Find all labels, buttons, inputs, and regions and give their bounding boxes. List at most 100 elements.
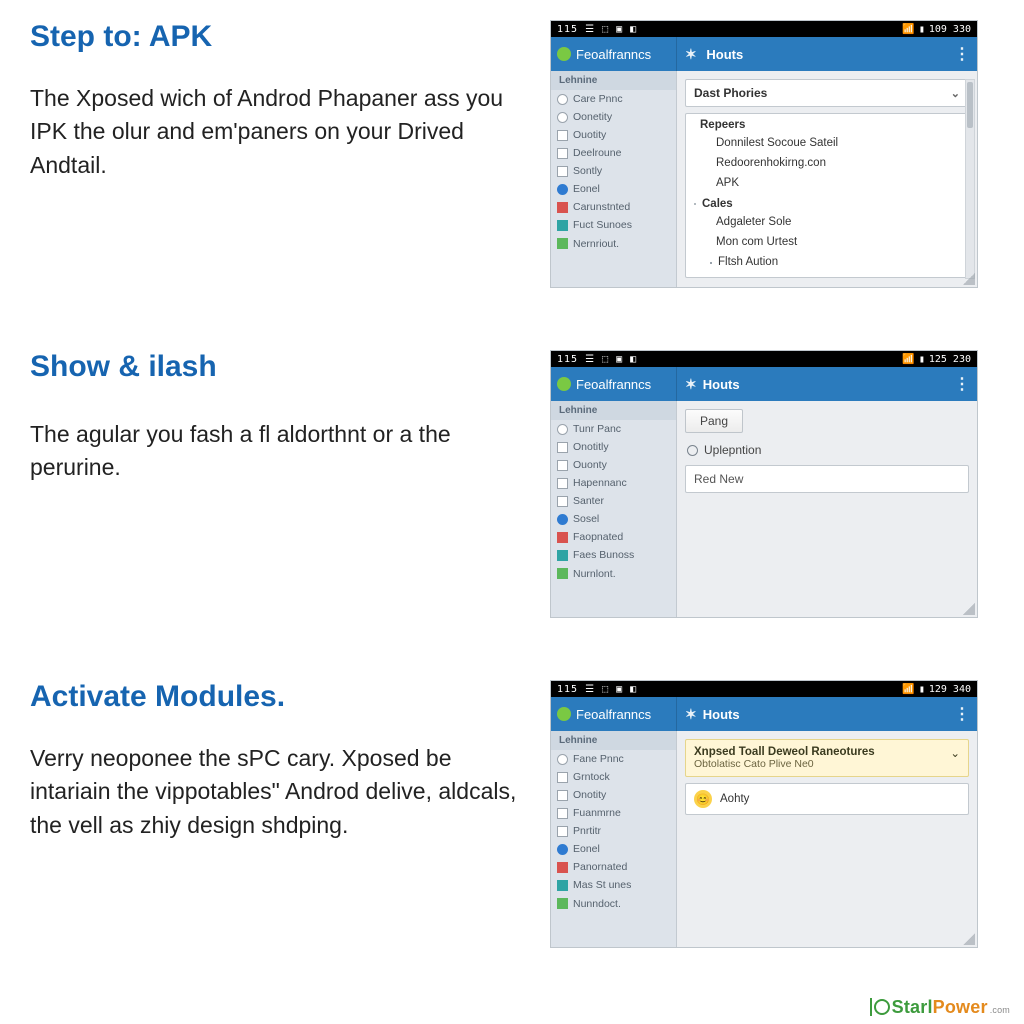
sidebar-item[interactable]: Nernriout. <box>551 235 676 253</box>
sidebar-item[interactable]: Deelroune <box>551 144 676 162</box>
sidebar-item[interactable]: Sontly <box>551 162 676 180</box>
sidebar-item[interactable]: Care Pnnc <box>551 90 676 108</box>
list-item[interactable]: Donnilest Socoue Sateil <box>686 134 968 154</box>
sidebar-section-header: Lehnine <box>551 71 676 90</box>
sidebar-item[interactable]: Sosel <box>551 510 676 528</box>
back-icon[interactable]: ✶ <box>685 376 697 392</box>
battery-icon: ▮ <box>919 354 925 365</box>
scrollbar-thumb[interactable] <box>967 82 973 128</box>
action-button[interactable]: Pang <box>685 409 743 433</box>
sidebar-item[interactable]: Tunr Panc <box>551 420 676 438</box>
sidebar: Lehnine Care Pnnc Oonetity Ouotity Deelr… <box>551 71 677 287</box>
watermark-logo: StarlPower.com <box>868 997 1010 1018</box>
doc-icon <box>557 808 568 819</box>
section-body: The agular you fash a fl aldorthnt or a … <box>30 418 520 485</box>
list-item[interactable]: 😊 Aohty <box>694 790 960 808</box>
main-pane: Xnpsed Toall Deweol Raneotures Obtolatis… <box>677 731 977 947</box>
flag-icon <box>557 202 568 213</box>
note-icon <box>557 898 568 909</box>
list-item[interactable]: Mon com Urtest <box>686 233 968 253</box>
resize-handle[interactable] <box>963 603 975 615</box>
pin-icon <box>557 514 568 525</box>
smiley-icon: 😊 <box>694 790 712 808</box>
sidebar-item[interactable]: Onotitly <box>551 438 676 456</box>
section-body: The Xposed wich of Androd Phapaner ass y… <box>30 82 520 182</box>
sidebar-item[interactable]: Eonel <box>551 180 676 198</box>
circle-icon <box>694 203 696 205</box>
list-group[interactable]: Cales <box>686 193 968 213</box>
scrollbar[interactable] <box>965 79 975 279</box>
doc-icon <box>557 772 568 783</box>
sidebar-item[interactable]: Nurnlont. <box>551 565 676 583</box>
flag-icon <box>557 862 568 873</box>
drawer-header[interactable]: Feoalfranncs <box>551 697 677 731</box>
main-pane: Dast Phories ⌄ Repeers Donnilest Socoue … <box>677 71 977 287</box>
list-item[interactable]: Fltsh Aution <box>686 253 968 273</box>
sidebar-item[interactable]: Grntock <box>551 768 676 786</box>
doc-icon <box>557 148 568 159</box>
sidebar-item[interactable]: Fane Pnnc <box>551 750 676 768</box>
sidebar-item[interactable]: Panornated <box>551 858 676 876</box>
file-icon <box>710 262 712 264</box>
sidebar-item[interactable]: Ouotity <box>551 126 676 144</box>
back-icon[interactable]: ✶ <box>685 706 697 722</box>
sidebar-item[interactable]: Mas St unes <box>551 876 676 894</box>
list-item[interactable]: Adgaleter Sole <box>686 213 968 233</box>
radio-label: Uplepntion <box>704 443 761 457</box>
drawer-header[interactable]: Feoalfranncs <box>551 367 677 401</box>
drawer-title: Feoalfranncs <box>576 47 651 62</box>
battery-icon: ▮ <box>919 684 925 695</box>
list-group[interactable]: Repeers <box>686 114 968 134</box>
list-item[interactable]: APK <box>686 174 968 194</box>
status-time: 129 340 <box>929 684 971 695</box>
list-item[interactable]: Redoorenhokirng.con <box>686 154 968 174</box>
screen-title: Houts <box>706 47 743 62</box>
section-heading: Step to: APK <box>30 20 520 54</box>
text-field[interactable]: Red New <box>685 465 969 493</box>
drawer-header[interactable]: Feoalfranncs <box>551 37 677 71</box>
sidebar-item[interactable]: Nunndoct. <box>551 895 676 913</box>
app-bar: ✶ Houts ⋮ <box>677 37 977 71</box>
status-left: 115 ☰ ⬚ ▣ ◧ <box>557 24 637 35</box>
sidebar-item[interactable]: Carunstnted <box>551 198 676 216</box>
pin-icon <box>557 184 568 195</box>
overflow-menu-icon[interactable]: ⋮ <box>954 44 969 64</box>
sidebar-item[interactable]: Faes Bunoss <box>551 546 676 564</box>
sidebar-item[interactable]: Oonetity <box>551 108 676 126</box>
overflow-menu-icon[interactable]: ⋮ <box>954 374 969 394</box>
resize-handle[interactable] <box>963 273 975 285</box>
screenshot-show-flash: 115 ☰ ⬚ ▣ ◧ 📶 ▮ 125 230 Feoalfranncs ✶Ho… <box>550 350 978 618</box>
status-time: 125 230 <box>929 354 971 365</box>
dropdown-chip[interactable]: Dast Phories ⌄ <box>685 79 969 107</box>
status-left: 115 ☰ ⬚ ▣ ◧ <box>557 354 637 365</box>
sidebar-item[interactable]: Fuct Sunoes <box>551 216 676 234</box>
sidebar-item[interactable]: Onotity <box>551 786 676 804</box>
app-logo-icon <box>557 47 571 61</box>
module-label: Aohty <box>720 793 749 805</box>
sidebar-item[interactable]: Eonel <box>551 840 676 858</box>
drawer-title: Feoalfranncs <box>576 707 651 722</box>
resize-handle[interactable] <box>963 933 975 945</box>
sidebar-item[interactable]: Pnrtitr <box>551 822 676 840</box>
overflow-menu-icon[interactable]: ⋮ <box>954 704 969 724</box>
sidebar-item[interactable]: Santer <box>551 492 676 510</box>
app-logo-icon <box>557 707 571 721</box>
grid-icon <box>557 550 568 561</box>
sidebar-item[interactable]: Faopnated <box>551 528 676 546</box>
sidebar-section-header: Lehnine <box>551 401 676 420</box>
doc-icon <box>557 790 568 801</box>
circle-icon <box>557 424 568 435</box>
sidebar-item[interactable]: Ouonty <box>551 456 676 474</box>
grid-icon <box>557 880 568 891</box>
app-logo-icon <box>557 377 571 391</box>
sidebar-item[interactable]: Fuanmrne <box>551 804 676 822</box>
status-bar: 115 ☰ ⬚ ▣ ◧ 📶 ▮ 109 330 <box>551 21 977 37</box>
notice-card[interactable]: Xnpsed Toall Deweol Raneotures Obtolatis… <box>685 739 969 777</box>
sidebar-item[interactable]: Hapennanc <box>551 474 676 492</box>
screen-title: Houts <box>703 377 740 392</box>
status-bar: 115 ☰ ⬚ ▣ ◧ 📶 ▮ 129 340 <box>551 681 977 697</box>
results-list: Repeers Donnilest Socoue Sateil Redooren… <box>685 113 969 278</box>
screen-title: Houts <box>703 707 740 722</box>
radio-option[interactable]: Uplepntion <box>687 443 969 457</box>
back-icon[interactable]: ✶ <box>685 46 697 62</box>
